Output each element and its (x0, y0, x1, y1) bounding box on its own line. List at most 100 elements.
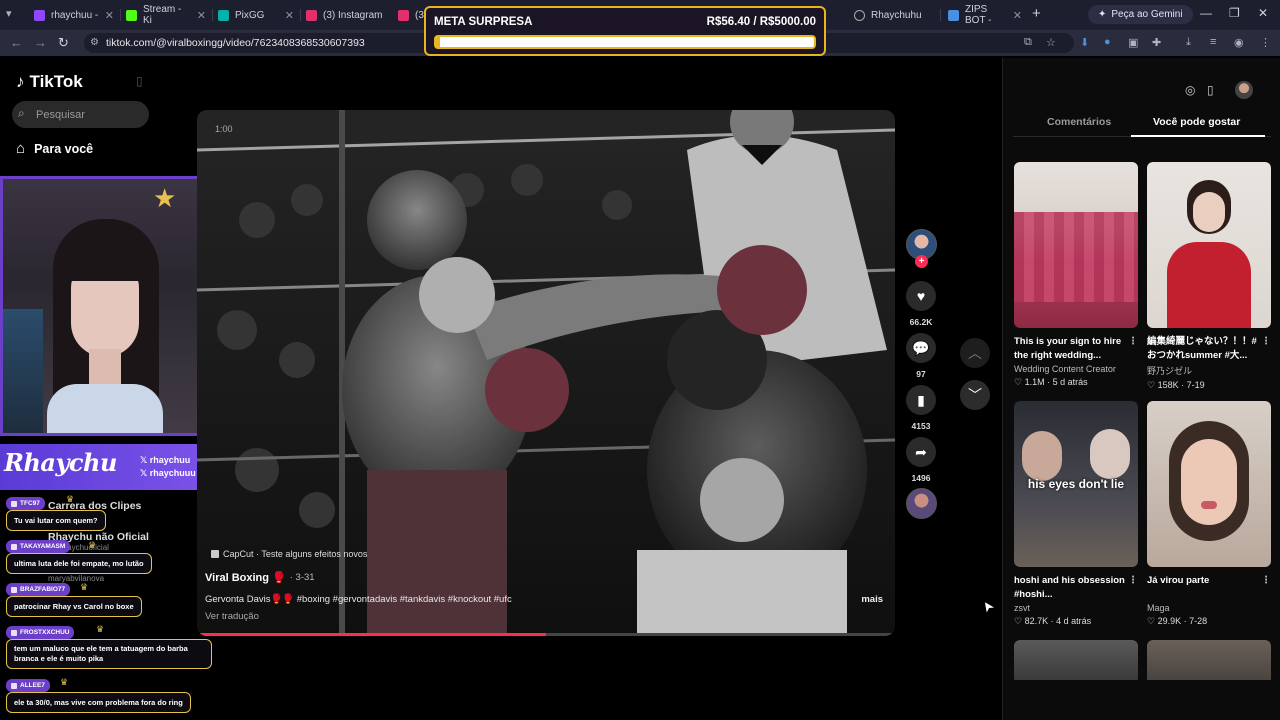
brand-handle-2: 𝕏 rhaychuuu (140, 468, 196, 478)
video-description: Gervonta Davis🥊🥊 #boxing #gervontadavis … (205, 594, 512, 605)
capcut-icon (211, 550, 219, 558)
suggested-card[interactable]: 編集綺麗じゃない？！！#おつかれsummer #大... ⋮ 野乃ジゼル ♡ 15… (1147, 162, 1271, 391)
search-box[interactable]: ⌕ (12, 101, 149, 128)
window-close-icon[interactable]: ✕ (1258, 6, 1268, 20)
chat-message: ele ta 30/0, mas vive com problema fora … (6, 692, 191, 713)
device-icon[interactable]: ▯ (1207, 83, 1214, 97)
card-author[interactable]: Maga (1147, 603, 1271, 613)
suggested-card[interactable]: his eyes don't lie hoshi and his obsessi… (1014, 401, 1138, 627)
card-thumbnail[interactable] (1147, 401, 1271, 567)
extension-icon[interactable]: ● (1104, 36, 1111, 48)
tab-3[interactable]: (3) Instagram (300, 4, 392, 26)
tab-suggested[interactable]: Você pode gostar (1153, 116, 1240, 128)
card-thumbnail[interactable] (1014, 640, 1138, 680)
tab-0[interactable]: rhaychuu - ✕ (28, 4, 120, 26)
goal-progress-fill (436, 37, 441, 47)
bookmark-star-icon[interactable]: ☆ (1046, 36, 1056, 49)
user-avatar[interactable] (1235, 81, 1253, 99)
tab-6[interactable]: ZIPS BOT - ✕ (942, 4, 1028, 26)
close-icon[interactable]: ✕ (285, 9, 294, 22)
card-thumbnail[interactable] (1147, 640, 1271, 680)
menu-icon[interactable]: ⋮ (1260, 36, 1271, 49)
card-thumbnail[interactable]: his eyes don't lie (1014, 401, 1138, 567)
save-action[interactable]: ▮ 4153 (903, 385, 939, 431)
extension-r-icon[interactable]: ▣ (1128, 36, 1138, 49)
tab-search-icon[interactable]: ▾ (6, 7, 12, 20)
tab-comments[interactable]: Comentários (1047, 116, 1111, 128)
bookmark-icon[interactable]: ▮ (906, 385, 936, 415)
close-icon[interactable]: ✕ (1013, 9, 1022, 22)
restore-icon[interactable]: ❐ (1229, 6, 1240, 20)
heart-icon[interactable]: ♥ (906, 281, 936, 311)
video-player[interactable]: 1:00 CapCut · Teste alguns efeitos novos… (197, 110, 895, 636)
share-count: 1496 (911, 473, 931, 483)
card-author[interactable]: Wedding Content Creator (1014, 364, 1138, 374)
card-title: This is your sign to hire the right wedd… (1014, 336, 1122, 361)
close-icon[interactable]: ✕ (197, 9, 206, 22)
capcut-tag[interactable]: CapCut · Teste alguns efeitos novos (211, 549, 367, 559)
downloads-icon[interactable]: ⤓ (1186, 36, 1191, 49)
card-title: Já virou parte (1147, 575, 1210, 586)
card-author[interactable]: 野乃ジゼル (1147, 364, 1271, 377)
thumbnail-caption: his eyes don't lie (1027, 477, 1125, 491)
comment-action[interactable]: 💬 97 (903, 333, 939, 379)
card-author[interactable]: zsvt (1014, 603, 1138, 613)
profile-avatar[interactable]: ◉ (1234, 36, 1244, 49)
home-icon: ⌂ (16, 140, 26, 157)
install-app-icon[interactable]: ⧉ (1024, 36, 1032, 49)
goal-progress-bar (434, 35, 816, 49)
chat-username: FROSTXXCHUU (6, 626, 75, 639)
gemini-button[interactable]: ✦ Peça ao Gemini (1088, 5, 1193, 24)
tab-4[interactable]: (3) (392, 4, 427, 26)
like-action[interactable]: ♥ 66.2K (903, 281, 939, 327)
more-options-icon[interactable]: ⋮ (1261, 335, 1271, 349)
compass-icon[interactable]: ◎ (1185, 83, 1195, 97)
tab-1[interactable]: Stream - Ki ✕ (120, 4, 212, 26)
comment-icon[interactable]: 💬 (906, 333, 936, 363)
stream-brand-banner: Rhaychu 𝕏 rhaychuu 𝕏 rhaychuuu (0, 444, 202, 490)
forward-icon[interactable]: → (34, 35, 47, 50)
zips-bot-icon (948, 9, 959, 21)
chat-username: BRAZFABIO77 (6, 583, 71, 596)
brand-name: Rhaychu (4, 448, 117, 477)
previous-video-button[interactable]: ︿ (960, 338, 990, 368)
card-meta: ♡ 158K · 7-19 (1147, 380, 1205, 390)
card-title: 編集綺麗じゃない？！！#おつかれsummer #大... (1147, 336, 1257, 361)
nav-for-you[interactable]: ⌂ Para você (16, 140, 93, 157)
follow-button[interactable]: + (915, 255, 928, 268)
translate-link[interactable]: Ver tradução (205, 611, 259, 622)
more-options-icon[interactable]: ⋮ (1128, 574, 1138, 588)
share-icon[interactable]: ➦ (906, 437, 936, 467)
card-title: hoshi and his obsession #hoshi... (1014, 575, 1125, 600)
collapse-sidebar-icon[interactable]: ▯ (136, 74, 143, 88)
puzzle-icon[interactable]: ✚ (1152, 36, 1161, 49)
back-icon[interactable]: ← (10, 35, 23, 50)
video-progress-bar[interactable] (197, 633, 895, 636)
sound-avatar[interactable] (906, 488, 937, 519)
share-action[interactable]: ➦ 1496 (903, 437, 939, 483)
search-input[interactable] (36, 105, 144, 124)
extension-download-icon[interactable]: ⬇ (1080, 36, 1089, 49)
tab-list-icon[interactable]: ≡ (1210, 36, 1216, 48)
reload-icon[interactable]: ↻ (58, 35, 69, 51)
next-video-button[interactable]: ﹀ (960, 380, 990, 410)
video-timestamp: 1:00 (215, 124, 233, 134)
card-thumbnail[interactable] (1014, 162, 1138, 328)
minimize-icon[interactable]: — (1200, 6, 1212, 20)
tab-2[interactable]: PixGG ✕ (212, 4, 300, 26)
suggested-card[interactable]: Já virou parte ⋮ Maga ♡ 29.9K · 7-28 (1147, 401, 1271, 627)
close-icon[interactable]: ✕ (105, 9, 114, 22)
tiktok-logo[interactable]: ♪ TikTok (16, 72, 83, 92)
suggested-card[interactable]: This is your sign to hire the right wedd… (1014, 162, 1138, 388)
tab-5[interactable]: Rhaychuhu (848, 4, 938, 26)
search-icon: ⌕ (18, 106, 25, 120)
video-author[interactable]: Viral Boxing 🥊 · 3-31 (205, 571, 315, 584)
site-info-icon[interactable]: ⚙ (90, 37, 99, 48)
new-tab-button[interactable]: + (1032, 5, 1041, 22)
more-options-icon[interactable]: ⋮ (1128, 335, 1138, 349)
video-progress-fill (197, 633, 546, 636)
card-meta: ♡ 82.7K · 4 d atrás (1014, 616, 1092, 626)
card-thumbnail[interactable] (1147, 162, 1271, 328)
more-link[interactable]: mais (861, 594, 883, 605)
more-options-icon[interactable]: ⋮ (1261, 574, 1271, 588)
